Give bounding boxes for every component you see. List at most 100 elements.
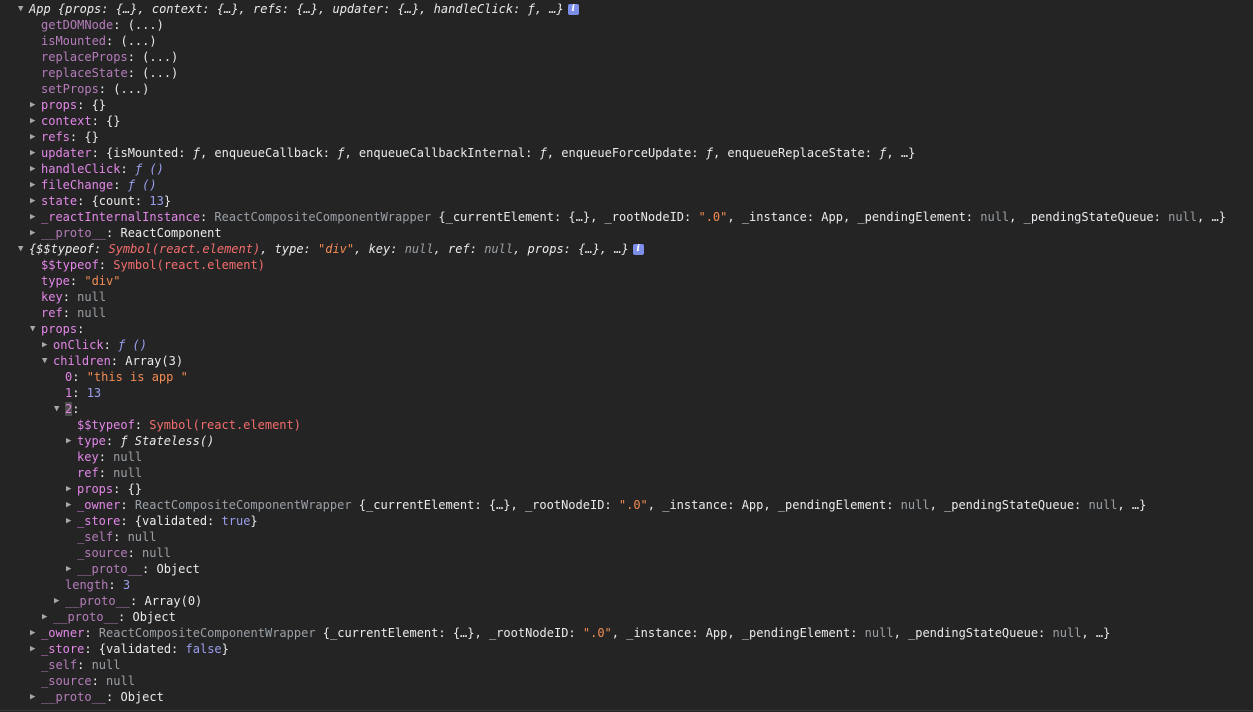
token: null: [77, 306, 106, 320]
info-icon[interactable]: i: [568, 4, 579, 15]
console-tree-row: getDOMNode: (...): [0, 17, 1253, 33]
token: , key:: [354, 242, 405, 256]
console-tree-row[interactable]: ▶_reactInternalInstance: ReactCompositeC…: [0, 209, 1253, 225]
console-tree-row[interactable]: ▶__proto__: Object: [0, 561, 1253, 577]
token: Symbol(react.element): [113, 258, 265, 272]
token: : Object: [106, 690, 164, 704]
expand-arrow-icon[interactable]: ▼: [30, 321, 41, 337]
collapse-arrow-icon[interactable]: ▶: [54, 593, 65, 609]
expand-arrow-icon[interactable]: ▼: [18, 1, 29, 17]
collapse-arrow-icon[interactable]: ▶: [66, 497, 77, 513]
console-tree-row[interactable]: ▶type: ƒ Stateless(): [0, 433, 1253, 449]
collapse-arrow-icon[interactable]: ▶: [30, 625, 41, 641]
token: : {}: [77, 98, 106, 112]
token: type: [41, 274, 70, 288]
token: , _instance: App, _pendingElement:: [612, 626, 865, 640]
collapse-arrow-icon[interactable]: ▶: [30, 641, 41, 657]
expand-arrow-icon[interactable]: ▼: [18, 241, 29, 257]
token: , ref:: [434, 242, 485, 256]
token: handleClick: [434, 2, 513, 16]
console-tree-row[interactable]: ▶_store: {validated: true}: [0, 513, 1253, 529]
console-tree-row[interactable]: ▶refs: {}: [0, 129, 1253, 145]
token: _source: [77, 546, 128, 560]
token: , …}: [1081, 626, 1110, 640]
expand-arrow-icon[interactable]: ▼: [42, 353, 53, 369]
token: isMounted: [41, 34, 106, 48]
token: , …}: [1197, 210, 1226, 224]
collapse-arrow-icon[interactable]: ▶: [30, 225, 41, 241]
token: $$typeof: [77, 418, 135, 432]
console-tree-row: type: "div": [0, 273, 1253, 289]
collapse-arrow-icon[interactable]: ▶: [42, 609, 53, 625]
token: , _pendingStateQueue:: [1009, 210, 1168, 224]
token: }: [222, 642, 229, 656]
token: , enqueueForceUpdate:: [547, 146, 706, 160]
console-tree-row[interactable]: ▶onClick: ƒ (): [0, 337, 1253, 353]
collapse-arrow-icon[interactable]: ▶: [30, 177, 41, 193]
console-tree-row[interactable]: ▼children: Array(3): [0, 353, 1253, 369]
token: :: [120, 162, 134, 176]
token: ".0": [698, 210, 727, 224]
console-tree-row[interactable]: ▶fileChange: ƒ (): [0, 177, 1253, 193]
token: : {…},: [101, 2, 152, 16]
console-tree-row: key: null: [0, 449, 1253, 465]
token: }: [250, 514, 257, 528]
console-tree-row[interactable]: ▶_store: {validated: false}: [0, 641, 1253, 657]
console-tree-row[interactable]: ▶_owner: ReactCompositeComponentWrapper …: [0, 625, 1253, 641]
collapse-arrow-icon[interactable]: ▶: [30, 113, 41, 129]
token: : {}: [92, 114, 121, 128]
token: props: [77, 482, 113, 496]
collapse-arrow-icon[interactable]: ▶: [66, 481, 77, 497]
token: :: [63, 306, 77, 320]
token: :: [200, 210, 214, 224]
token: setProps: [41, 82, 99, 96]
token: children: [53, 354, 111, 368]
collapse-arrow-icon[interactable]: ▶: [30, 97, 41, 113]
console-tree-row[interactable]: ▼2:: [0, 401, 1253, 417]
console-output: ▼App {props: {…}, context: {…}, refs: {……: [0, 0, 1253, 712]
console-tree-row[interactable]: ▶updater: {isMounted: ƒ, enqueueCallback…: [0, 145, 1253, 161]
console-tree-row[interactable]: ▶handleClick: ƒ (): [0, 161, 1253, 177]
token: : {}: [70, 130, 99, 144]
info-icon[interactable]: i: [633, 244, 644, 255]
token: : Object: [142, 562, 200, 576]
token: : (...): [113, 18, 164, 32]
console-tree-row[interactable]: ▶__proto__: ReactComponent: [0, 225, 1253, 241]
token: : {…},: [383, 2, 434, 16]
collapse-arrow-icon[interactable]: ▶: [42, 337, 53, 353]
token: null: [77, 290, 106, 304]
token: , enqueueCallbackInternal:: [344, 146, 539, 160]
token: Symbol(react.element): [149, 418, 301, 432]
token: : {validated:: [84, 642, 185, 656]
collapse-arrow-icon[interactable]: ▶: [30, 193, 41, 209]
expand-arrow-icon[interactable]: ▼: [54, 401, 65, 417]
console-tree-row: length: 3: [0, 577, 1253, 593]
collapse-arrow-icon[interactable]: ▶: [30, 689, 41, 705]
collapse-arrow-icon[interactable]: ▶: [30, 145, 41, 161]
console-tree-row[interactable]: ▼props:: [0, 321, 1253, 337]
token: null: [865, 626, 894, 640]
console-tree-row[interactable]: ▶props: {}: [0, 481, 1253, 497]
collapse-arrow-icon[interactable]: ▶: [30, 161, 41, 177]
console-tree-row[interactable]: ▼App {props: {…}, context: {…}, refs: {……: [0, 1, 1253, 17]
token: props: [41, 322, 77, 336]
console-tree-row[interactable]: ▶__proto__: Object: [0, 689, 1253, 705]
console-tree-row[interactable]: ▶__proto__: Array(0): [0, 593, 1253, 609]
token: ƒ (): [135, 162, 164, 176]
collapse-arrow-icon[interactable]: ▶: [30, 129, 41, 145]
collapse-arrow-icon[interactable]: ▶: [66, 513, 77, 529]
token: :: [99, 258, 113, 272]
console-tree-row[interactable]: ▶__proto__: Object: [0, 609, 1253, 625]
collapse-arrow-icon[interactable]: ▶: [30, 209, 41, 225]
token: : {isMounted:: [92, 146, 193, 160]
collapse-arrow-icon[interactable]: ▶: [66, 433, 77, 449]
token: :: [77, 658, 91, 672]
token: false: [186, 642, 222, 656]
console-tree-row[interactable]: ▼{$$typeof: Symbol(react.element), type:…: [0, 241, 1253, 257]
collapse-arrow-icon[interactable]: ▶: [66, 561, 77, 577]
console-tree-row: $$typeof: Symbol(react.element): [0, 417, 1253, 433]
console-tree-row[interactable]: ▶context: {}: [0, 113, 1253, 129]
console-tree-row[interactable]: ▶state: {count: 13}: [0, 193, 1253, 209]
console-tree-row[interactable]: ▶props: {}: [0, 97, 1253, 113]
console-tree-row[interactable]: ▶_owner: ReactCompositeComponentWrapper …: [0, 497, 1253, 513]
